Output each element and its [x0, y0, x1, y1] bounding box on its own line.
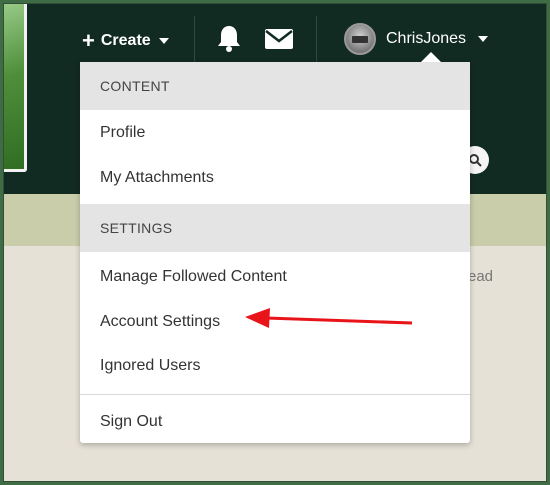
avatar: [344, 23, 376, 55]
messages-button[interactable]: [264, 28, 294, 55]
nav-divider: [194, 16, 195, 64]
bell-icon: [218, 26, 240, 52]
user-menu-toggle[interactable]: ChrisJones: [344, 22, 489, 56]
username-label: ChrisJones: [386, 30, 467, 47]
caret-down-icon: [158, 38, 169, 44]
envelope-icon: [265, 29, 293, 49]
menu-item-manage-followed-content[interactable]: Manage Followed Content: [80, 257, 470, 297]
menu-item-my-attachments[interactable]: My Attachments: [80, 158, 470, 198]
menu-item-profile[interactable]: Profile: [80, 113, 470, 153]
section-header-settings: SETTINGS: [80, 204, 470, 252]
menu-item-account-settings[interactable]: Account Settings: [80, 302, 470, 342]
create-button[interactable]: + Create: [82, 28, 169, 54]
notifications-button[interactable]: [216, 24, 242, 57]
user-dropdown-menu: CONTENT Profile My Attachments SETTINGS …: [80, 52, 470, 443]
search-icon: [469, 154, 482, 167]
create-label: Create: [100, 32, 151, 49]
caret-down-icon: [478, 36, 489, 42]
cover-image-thumbnail: [4, 4, 27, 172]
plus-icon: +: [82, 28, 95, 53]
screenshot-frame: + Create ChrisJones ead CONTENT Profile …: [3, 3, 547, 482]
nav-divider: [316, 16, 317, 64]
menu-item-ignored-users[interactable]: Ignored Users: [80, 346, 470, 386]
background-partial-text: ead: [468, 268, 494, 285]
section-header-content: CONTENT: [80, 62, 470, 110]
menu-divider: [80, 394, 470, 395]
menu-item-sign-out[interactable]: Sign Out: [80, 402, 470, 442]
